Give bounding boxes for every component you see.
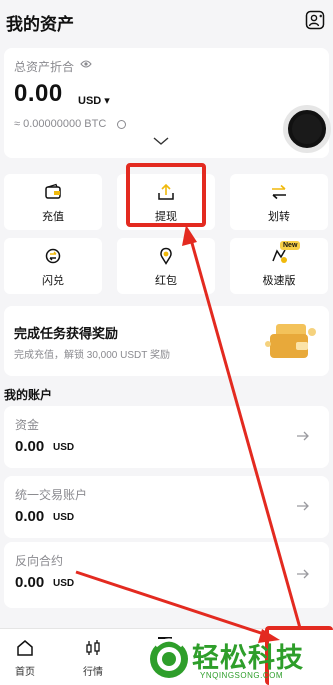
account-unified-trading[interactable]: 统一交易账户 0.00 USD: [4, 476, 329, 538]
account-name: 资金: [15, 418, 40, 432]
account-amount: 0.00: [15, 574, 45, 591]
transfer-icon: [272, 184, 286, 200]
withdraw-highlight-box: [126, 163, 206, 227]
watermark: 轻松科技 YNQINGSONG.COM: [148, 634, 333, 685]
account-currency: USD: [53, 578, 75, 589]
action-deposit[interactable]: 充值: [4, 174, 102, 230]
accounts-section-title: 我的账户: [4, 388, 53, 402]
total-assets-label: 总资产折合: [14, 60, 75, 74]
watermark-text: 轻松科技: [192, 643, 304, 673]
refresh-icon[interactable]: [117, 120, 126, 129]
task-subtitle: 完成充值，解锁 30,000 USDT 奖励: [14, 350, 170, 361]
action-label: 充值: [42, 211, 64, 223]
task-title: 完成任务获得奖励: [14, 326, 119, 341]
account-funding[interactable]: 资金 0.00 USD: [4, 406, 329, 468]
tab-home[interactable]: 首页: [0, 629, 50, 685]
swap-icon: [45, 248, 61, 264]
watermark-subtext: YNQINGSONG.COM: [200, 671, 284, 680]
arrow-right-icon: [297, 569, 309, 579]
red-packet-icon: [160, 247, 172, 265]
eye-icon[interactable]: [80, 59, 92, 69]
currency-selector[interactable]: USD ▾: [78, 94, 110, 107]
action-label: 闪兑: [42, 275, 64, 287]
candlestick-icon: [86, 640, 100, 655]
chevron-down-icon[interactable]: [152, 136, 170, 146]
arrow-right-icon: [297, 501, 309, 511]
action-lite-version[interactable]: New 极速版: [230, 238, 328, 294]
tab-label: 行情: [83, 667, 103, 678]
account-name: 统一交易账户: [15, 488, 88, 502]
account-amount: 0.00: [15, 508, 45, 525]
home-icon: [17, 640, 33, 656]
account-name: 反向合约: [15, 554, 64, 568]
action-transfer[interactable]: 划转: [230, 174, 328, 230]
action-label: 划转: [268, 211, 290, 223]
header: 我的资产: [0, 0, 333, 44]
account-currency: USD: [53, 512, 75, 523]
tab-market[interactable]: 行情: [68, 629, 118, 685]
total-amount: 0.00: [14, 80, 63, 107]
wallet-icon: [45, 183, 61, 199]
action-label: 红包: [155, 275, 177, 287]
btc-equivalent: ≈ 0.00000000 BTC: [14, 118, 107, 130]
action-label: 极速版: [262, 275, 296, 287]
page-title: 我的资产: [6, 15, 74, 34]
currency-label: USD: [78, 95, 102, 107]
account-inverse-contract[interactable]: 反向合约 0.00 USD: [4, 542, 329, 608]
gift-wallet-icon: [265, 324, 316, 358]
action-red-packet[interactable]: 红包: [117, 238, 215, 294]
reward-task-card[interactable]: 完成任务获得奖励 完成充值，解锁 30,000 USDT 奖励: [4, 306, 329, 376]
account-amount: 0.00: [15, 438, 45, 455]
account-currency: USD: [53, 442, 75, 453]
tab-label: 首页: [15, 667, 35, 678]
action-convert[interactable]: 闪兑: [4, 238, 102, 294]
floating-assistive-button[interactable]: [283, 105, 331, 153]
new-badge: New: [280, 241, 301, 250]
total-assets-card: 总资产折合 0.00 USD ▾ ≈ 0.00000000 BTC: [4, 48, 329, 158]
watermark-logo: [150, 638, 188, 678]
user-switch-icon[interactable]: [305, 10, 325, 30]
arrow-right-icon: [297, 431, 309, 441]
